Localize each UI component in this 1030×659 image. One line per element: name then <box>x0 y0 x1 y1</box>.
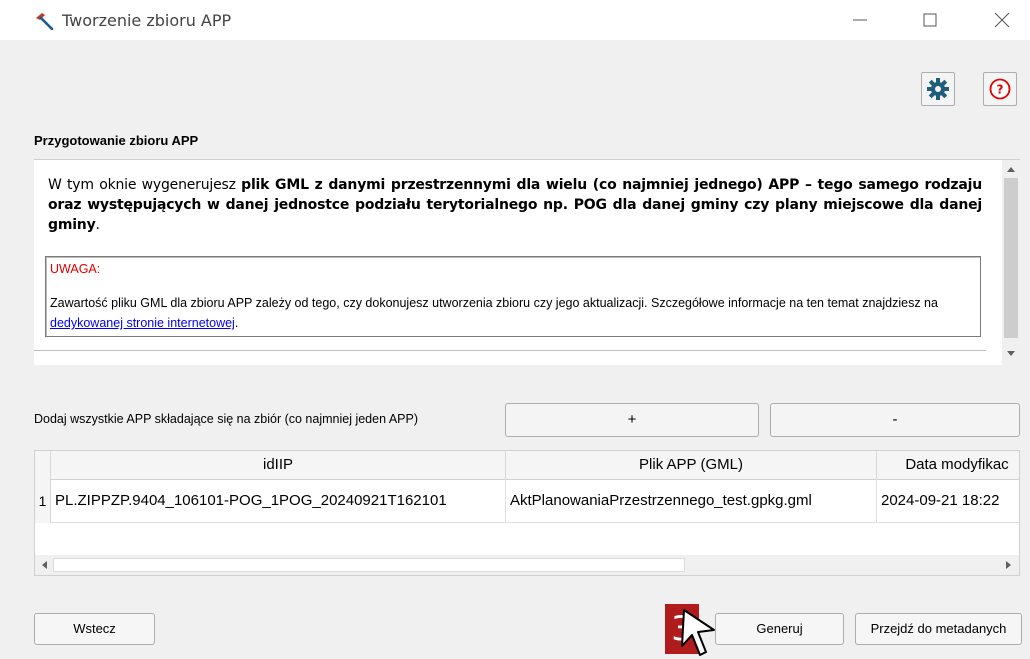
info-panel: W tym oknie wygenerujesz plik GML z dany… <box>34 159 1020 365</box>
divider <box>34 350 986 351</box>
warning-text: Zawartość pliku GML dla zbioru APP zależ… <box>50 293 970 333</box>
app-table: idIIP Plik APP (GML) Data modyfikac 1 PL… <box>34 450 1020 576</box>
column-header-file[interactable]: Plik APP (GML) <box>506 451 877 479</box>
intro-prefix: W tym oknie wygenerujesz <box>48 177 242 193</box>
warning-body: Zawartość pliku GML dla zbioru APP zależ… <box>50 296 938 310</box>
minimize-icon[interactable] <box>845 8 875 32</box>
help-button[interactable]: ? <box>983 72 1017 106</box>
table-header: idIIP Plik APP (GML) Data modyfikac <box>35 451 1019 480</box>
settings-button[interactable] <box>921 72 955 106</box>
intro-suffix: . <box>95 217 100 233</box>
maximize-icon[interactable] <box>915 8 945 32</box>
warning-end: . <box>234 316 239 330</box>
row-number[interactable]: 1 <box>35 479 51 523</box>
table-cell-idiip[interactable]: PL.ZIPPZP.9404_106101-POG_1POG_20240921T… <box>51 479 506 523</box>
remove-app-button[interactable]: - <box>770 403 1020 437</box>
scroll-up-icon[interactable] <box>1006 165 1016 173</box>
scroll-left-icon[interactable] <box>40 560 48 570</box>
table-cell-file[interactable]: AktPlanowaniaPrzestrzennego_test.gpkg.gm… <box>506 479 877 523</box>
add-app-button[interactable]: + <box>505 403 759 437</box>
section-title: Przygotowanie zbioru APP <box>34 133 199 148</box>
intro-text: W tym oknie wygenerujesz plik GML z dany… <box>48 175 982 235</box>
dedicated-page-link[interactable]: dedykowanej stronie internetowej <box>50 316 235 330</box>
window-title: Tworzenie zbioru APP <box>62 11 232 30</box>
scroll-down-icon[interactable] <box>1006 350 1016 358</box>
back-button[interactable]: Wstecz <box>34 613 155 645</box>
scroll-right-icon[interactable] <box>1005 560 1013 570</box>
warning-title: UWAGA: <box>50 262 101 276</box>
go-to-metadata-button[interactable]: Przejdź do metadanych <box>855 613 1022 645</box>
hammer-icon <box>34 12 54 31</box>
column-header-idiip[interactable]: idIIP <box>51 451 506 479</box>
svg-text:?: ? <box>997 83 1004 97</box>
close-icon[interactable] <box>987 8 1017 32</box>
add-app-label: Dodaj wszystkie APP składające się na zb… <box>34 412 418 426</box>
scroll-thumb[interactable] <box>53 558 685 572</box>
horizontal-scrollbar[interactable] <box>35 555 1019 575</box>
gear-icon <box>927 78 949 100</box>
table-cell-date[interactable]: 2024-09-21 18:22 <box>877 479 1019 523</box>
help-icon: ? <box>989 78 1011 100</box>
generate-button[interactable]: Generuj <box>715 613 844 645</box>
corner-header <box>35 451 51 479</box>
column-header-date[interactable]: Data modyfikac <box>877 451 1019 479</box>
warning-box: UWAGA: Zawartość pliku GML dla zbioru AP… <box>45 256 981 337</box>
title-bar: Tworzenie zbioru APP <box>0 0 1030 40</box>
scroll-thumb[interactable] <box>1004 178 1018 338</box>
vertical-scrollbar[interactable] <box>1002 160 1020 365</box>
